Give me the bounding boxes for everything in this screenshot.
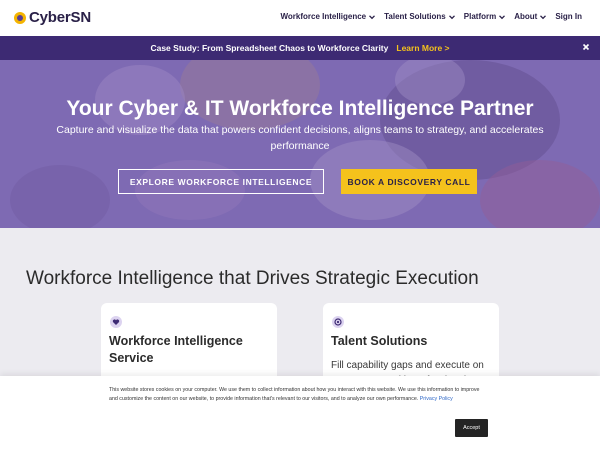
section-title: Workforce Intelligence that Drives Strat…	[26, 268, 479, 289]
logo-mark-icon	[14, 11, 26, 24]
chevron-down-icon	[540, 14, 547, 19]
learn-more-link[interactable]: Learn More >	[396, 43, 449, 53]
cookie-text: This website stores cookies on your comp…	[109, 386, 489, 403]
book-discovery-call-button[interactable]: BOOK A DISCOVERY CALL	[341, 169, 477, 194]
nav-item-label: About	[514, 12, 538, 21]
top-nav: CyberSN Workforce Intelligence Talent So…	[0, 0, 600, 36]
nav-item-workforce-intelligence[interactable]: Workforce Intelligence	[280, 12, 376, 21]
hero-title: Your Cyber & IT Workforce Intelligence P…	[66, 97, 534, 120]
card-title: Workforce Intelligence Service	[109, 334, 243, 365]
chevron-down-icon	[448, 14, 455, 19]
nav-item-label: Sign In	[555, 12, 582, 21]
chevron-down-icon	[499, 14, 506, 19]
hero-subtitle: Capture and visualize the data that powe…	[56, 124, 544, 152]
chevron-down-icon	[369, 14, 376, 19]
explore-workforce-intelligence-button[interactable]: EXPLORE WORKFORCE INTELLIGENCE	[118, 169, 324, 194]
accept-button[interactable]: Accept	[455, 419, 488, 437]
nav-item-label: Talent Solutions	[384, 12, 446, 21]
announcement-bar: Case Study: From Spreadsheet Chaos to Wo…	[0, 36, 600, 60]
announcement-text: Case Study: From Spreadsheet Chaos to Wo…	[150, 43, 389, 53]
nav-item-platform[interactable]: Platform	[464, 12, 506, 21]
privacy-policy-link[interactable]: Privacy Policy	[420, 396, 453, 402]
nav-item-talent-solutions[interactable]: Talent Solutions	[384, 12, 456, 21]
logo-text: CyberSN	[29, 9, 91, 26]
sign-in-link[interactable]: Sign In	[555, 12, 582, 21]
close-icon[interactable]	[581, 42, 591, 52]
hero-section: Your Cyber & IT Workforce Intelligence P…	[0, 60, 600, 228]
nav-item-label: Platform	[463, 12, 497, 21]
nav-item-about[interactable]: About	[514, 12, 547, 21]
cookie-banner: This website stores cookies on your comp…	[0, 376, 600, 450]
target-icon	[332, 316, 344, 328]
nav-item-label: Workforce Intelligence	[280, 12, 367, 21]
logo[interactable]: CyberSN	[14, 9, 91, 26]
card-title: Talent Solutions	[331, 334, 428, 348]
nav-links: Workforce Intelligence Talent Solutions …	[280, 12, 582, 21]
heart-icon	[110, 316, 122, 328]
